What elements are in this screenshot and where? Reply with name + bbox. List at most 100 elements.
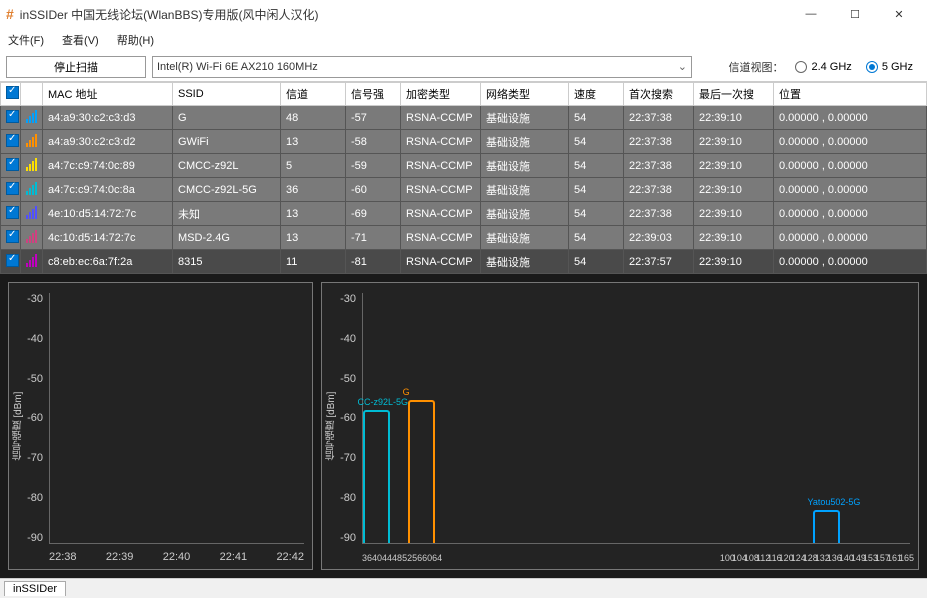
checkbox-icon [6, 110, 19, 123]
signal-traces [50, 406, 304, 544]
signal-icon [21, 226, 43, 250]
cell-ssid: CMCC-z92L-5G [173, 178, 281, 202]
col-mac[interactable]: MAC 地址 [43, 83, 173, 106]
cell-last: 22:39:10 [694, 202, 774, 226]
table-row[interactable]: c8:eb:ec:6a:7f:2a 8315 11 -81 RSNA-CCMP … [1, 250, 927, 274]
maximize-button[interactable]: ☐ [833, 0, 877, 28]
channel-label: G [403, 387, 410, 397]
cell-rate: 54 [569, 250, 624, 274]
y-ticks: -30-40-50-60-70-80-90 [13, 293, 43, 544]
stop-scan-button[interactable]: 停止扫描 [6, 56, 146, 78]
statusbar: inSSIDer [0, 578, 927, 598]
cell-ssid: MSD-2.4G [173, 226, 281, 250]
cell-last: 22:39:10 [694, 106, 774, 130]
cell-rate: 54 [569, 202, 624, 226]
close-button[interactable]: ✕ [877, 0, 921, 28]
row-checkbox[interactable] [1, 130, 21, 154]
time-chart[interactable]: 信号强度 [dBm] -30-40-50-60-70-80-90 22:3822… [8, 282, 313, 570]
cell-type: 基础设施 [481, 106, 569, 130]
cell-channel: 13 [281, 202, 346, 226]
header-signal[interactable] [21, 83, 43, 106]
x-ticks: 22:3822:3922:4022:4122:42 [49, 551, 304, 563]
plot-area [49, 293, 304, 544]
cell-rssi: -81 [346, 250, 401, 274]
radio-dot-icon [866, 61, 878, 73]
row-checkbox[interactable] [1, 202, 21, 226]
cell-enc: RSNA-CCMP [401, 178, 481, 202]
menu-view[interactable]: 查看(V) [62, 32, 99, 48]
signal-icon [21, 178, 43, 202]
row-checkbox[interactable] [1, 250, 21, 274]
cell-rssi: -71 [346, 226, 401, 250]
channel-label: Yatou502-5G [808, 497, 861, 507]
radio-5ghz[interactable]: 5 GHz [866, 61, 913, 73]
cell-last: 22:39:10 [694, 250, 774, 274]
cell-mac: 4e:10:d5:14:72:7c [43, 202, 173, 226]
signal-icon [21, 106, 43, 130]
cell-first: 22:37:38 [624, 106, 694, 130]
col-rate[interactable]: 速度 [569, 83, 624, 106]
cell-channel: 13 [281, 226, 346, 250]
cell-first: 22:39:03 [624, 226, 694, 250]
table-row[interactable]: a4:7c:c9:74:0c:8a CMCC-z92L-5G 36 -60 RS… [1, 178, 927, 202]
col-first[interactable]: 首次搜索 [624, 83, 694, 106]
channel-chart[interactable]: 信号强度 [dBm] -30-40-50-60-70-80-90 CC-z92L… [321, 282, 919, 570]
checkbox-icon [6, 86, 19, 99]
cell-mac: a4:a9:30:c2:c3:d2 [43, 130, 173, 154]
radio-dot-icon [795, 61, 807, 73]
col-rssi[interactable]: 信号强 [346, 83, 401, 106]
adapter-select[interactable]: Intel(R) Wi-Fi 6E AX210 160MHz ⌄ [152, 56, 692, 78]
status-tab[interactable]: inSSIDer [4, 581, 66, 596]
toolbar: 停止扫描 Intel(R) Wi-Fi 6E AX210 160MHz ⌄ 信道… [0, 52, 927, 82]
cell-type: 基础设施 [481, 154, 569, 178]
table-row[interactable]: a4:7c:c9:74:0c:89 CMCC-z92L 5 -59 RSNA-C… [1, 154, 927, 178]
channel-bar [813, 510, 840, 543]
row-checkbox[interactable] [1, 154, 21, 178]
cell-ssid: CMCC-z92L [173, 154, 281, 178]
row-checkbox[interactable] [1, 178, 21, 202]
minimize-button[interactable]: — [789, 0, 833, 28]
cell-rssi: -58 [346, 130, 401, 154]
cell-first: 22:37:38 [624, 154, 694, 178]
x-ticks: 3640444852566064100104108112116120124128… [362, 553, 910, 563]
menu-file[interactable]: 文件(F) [8, 32, 44, 48]
col-last[interactable]: 最后一次搜 [694, 83, 774, 106]
cell-loc: 0.00000 , 0.00000 [774, 250, 927, 274]
checkbox-icon [6, 254, 19, 267]
cell-ssid: GWiFi [173, 130, 281, 154]
table-row[interactable]: a4:a9:30:c2:c3:d2 GWiFi 13 -58 RSNA-CCMP… [1, 130, 927, 154]
cell-enc: RSNA-CCMP [401, 130, 481, 154]
col-channel[interactable]: 信道 [281, 83, 346, 106]
cell-channel: 13 [281, 130, 346, 154]
cell-loc: 0.00000 , 0.00000 [774, 202, 927, 226]
cell-last: 22:39:10 [694, 130, 774, 154]
table-row[interactable]: 4e:10:d5:14:72:7c 未知 13 -69 RSNA-CCMP 基础… [1, 202, 927, 226]
col-type[interactable]: 网络类型 [481, 83, 569, 106]
cell-mac: c8:eb:ec:6a:7f:2a [43, 250, 173, 274]
col-enc[interactable]: 加密类型 [401, 83, 481, 106]
app-icon: # [6, 6, 14, 22]
row-checkbox[interactable] [1, 226, 21, 250]
menu-help[interactable]: 帮助(H) [117, 32, 154, 48]
radio-2-4ghz[interactable]: 2.4 GHz [795, 61, 851, 73]
cell-mac: a4:7c:c9:74:0c:8a [43, 178, 173, 202]
table-row[interactable]: 4c:10:d5:14:72:7c MSD-2.4G 13 -71 RSNA-C… [1, 226, 927, 250]
table-row[interactable]: a4:a9:30:c2:c3:d3 G 48 -57 RSNA-CCMP 基础设… [1, 106, 927, 130]
channel-view-label: 信道视图： [728, 59, 783, 75]
header-checkbox[interactable] [1, 83, 21, 106]
cell-channel: 48 [281, 106, 346, 130]
cell-loc: 0.00000 , 0.00000 [774, 178, 927, 202]
cell-rssi: -69 [346, 202, 401, 226]
cell-rssi: -57 [346, 106, 401, 130]
checkbox-icon [6, 134, 19, 147]
table-header-row: MAC 地址 SSID 信道 信号强 加密类型 网络类型 速度 首次搜索 最后一… [1, 83, 927, 106]
cell-enc: RSNA-CCMP [401, 106, 481, 130]
col-loc[interactable]: 位置 [774, 83, 927, 106]
col-ssid[interactable]: SSID [173, 83, 281, 106]
adapter-value: Intel(R) Wi-Fi 6E AX210 160MHz [157, 61, 318, 73]
cell-rate: 54 [569, 154, 624, 178]
signal-icon [21, 250, 43, 274]
cell-last: 22:39:10 [694, 154, 774, 178]
signal-icon [21, 130, 43, 154]
row-checkbox[interactable] [1, 106, 21, 130]
